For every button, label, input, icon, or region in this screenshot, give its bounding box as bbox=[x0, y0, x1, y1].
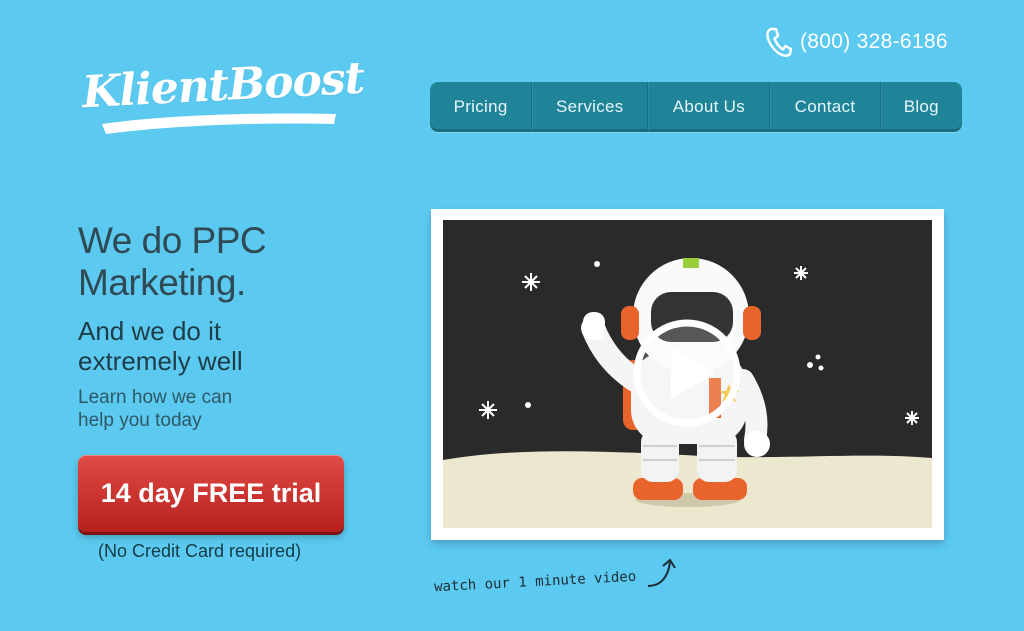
nav-item-blog[interactable]: Blog bbox=[881, 82, 962, 132]
main-nav: Pricing Services About Us Contact Blog bbox=[430, 82, 962, 132]
subheadline-line-2: extremely well bbox=[78, 346, 243, 376]
lead-line-2: help you today bbox=[78, 410, 202, 431]
nav-item-contact[interactable]: Contact bbox=[770, 82, 881, 132]
video-caption: watch our 1 minute video bbox=[433, 568, 637, 596]
play-icon[interactable] bbox=[633, 319, 741, 427]
nav-item-about-us[interactable]: About Us bbox=[648, 82, 771, 132]
page-subheadline: And we do it extremely well bbox=[78, 316, 243, 376]
page-headline: We do PPC Marketing. bbox=[78, 220, 267, 304]
nav-item-services[interactable]: Services bbox=[532, 82, 649, 132]
video-player[interactable] bbox=[431, 209, 944, 540]
nav-item-pricing[interactable]: Pricing bbox=[430, 82, 533, 132]
headline-line-2: Marketing. bbox=[78, 262, 246, 303]
phone-number[interactable]: (800) 328-6186 bbox=[764, 26, 948, 58]
free-trial-button[interactable]: 14 day FREE trial bbox=[78, 455, 344, 532]
video-thumbnail bbox=[443, 220, 932, 528]
logo-swoosh-icon bbox=[102, 113, 336, 134]
no-credit-card-note: (No Credit Card required) bbox=[98, 541, 302, 561]
subheadline-line-1: And we do it bbox=[78, 316, 222, 346]
lead-line-1: Learn how we can bbox=[78, 387, 233, 408]
headline-line-1: We do PPC bbox=[78, 220, 267, 261]
phone-number-text: (800) 328-6186 bbox=[800, 30, 948, 53]
logo[interactable]: KlientBoost bbox=[78, 53, 365, 138]
lead-text: Learn how we can help you today bbox=[78, 386, 232, 432]
curved-arrow-icon bbox=[647, 558, 676, 587]
phone-icon bbox=[766, 27, 792, 57]
